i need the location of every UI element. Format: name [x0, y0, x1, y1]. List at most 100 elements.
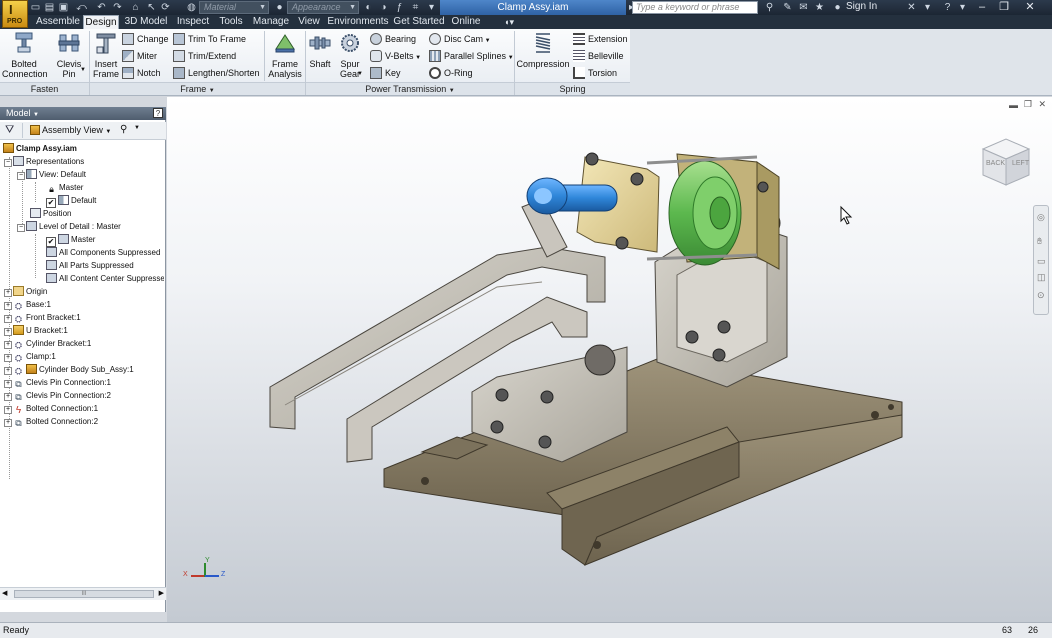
parallel-splines-button[interactable]: Parallel Splines ▼	[429, 49, 514, 64]
tree-item-origin[interactable]: + Origin	[4, 285, 47, 298]
fx-icon[interactable]: ƒ	[394, 2, 405, 13]
tree-item-all-content-center-suppressed[interactable]: All Content Center Suppressed	[46, 272, 164, 285]
torsion-spring-button[interactable]: Torsion	[573, 66, 617, 81]
communication-icon[interactable]: ✉	[798, 2, 809, 13]
shaft-button[interactable]: Shaft	[307, 31, 333, 69]
minimize-icon[interactable]: ‒	[972, 0, 992, 14]
key-button[interactable]: Key	[370, 66, 401, 81]
tree-item-all-components-suppressed[interactable]: All Components Suppressed	[46, 246, 160, 259]
chevron-down-icon[interactable]: ▾	[922, 2, 933, 13]
pan-icon[interactable]: ✋︎	[1037, 236, 1042, 247]
clear-appearance-icon[interactable]: ◐	[363, 2, 374, 13]
select-icon[interactable]: ↖	[146, 2, 157, 13]
tab-3d-model[interactable]: 3D Model	[121, 15, 171, 29]
insert-frame-button[interactable]: Insert Frame	[91, 31, 121, 79]
ribbon-options-icon[interactable]: ◖▾	[498, 15, 520, 29]
tree-item-view-default[interactable]: − View: Default	[17, 168, 86, 181]
scroll-left-icon[interactable]: ◀	[2, 589, 7, 597]
tree-item-view-master[interactable]: 🔒︎ Master	[46, 181, 83, 194]
lengthen-shorten-button[interactable]: Lengthen/Shorten	[173, 66, 260, 81]
tab-design[interactable]: Design	[83, 15, 119, 29]
tab-online[interactable]: Online	[448, 15, 484, 29]
redo-icon[interactable]: ↷	[112, 2, 123, 13]
user-icon[interactable]: ●	[832, 2, 843, 13]
expand-icon[interactable]: +	[4, 328, 12, 336]
assembly-view-dropdown[interactable]: Assembly View ▼	[30, 125, 111, 135]
panel-title-spring[interactable]: Spring	[515, 82, 630, 95]
zoom-icon[interactable]: ▭	[1037, 256, 1046, 267]
tab-environments[interactable]: Environments	[327, 15, 389, 29]
notch-button[interactable]: Notch	[122, 66, 161, 81]
tree-item-bolted-connection-2[interactable]: + ⧉ Bolted Connection:2	[4, 415, 98, 428]
viewcube-face-back[interactable]: BACK	[986, 160, 1005, 167]
viewcube-face-left[interactable]: LEFT	[1012, 160, 1029, 167]
look-at-icon[interactable]: ⊙	[1037, 290, 1045, 301]
browser-horizontal-scrollbar[interactable]: ◀ III ▶	[0, 587, 166, 600]
tree-item-position[interactable]: Position	[30, 207, 71, 220]
expand-icon[interactable]: +	[4, 406, 12, 414]
close-icon[interactable]: ✕	[1020, 0, 1040, 14]
tree-item-view-default-active[interactable]: ✔ Default	[46, 194, 96, 208]
filter-icon[interactable]: ⛛	[5, 124, 14, 137]
chevron-down-icon[interactable]: ▼	[134, 125, 140, 131]
tab-get-started[interactable]: Get Started	[393, 15, 445, 29]
tree-item-lod-master[interactable]: ✔ Master	[46, 233, 95, 247]
restore-icon[interactable]: ❐	[994, 0, 1014, 14]
help-icon[interactable]: ?	[942, 2, 953, 13]
tab-tools[interactable]: Tools	[215, 15, 247, 29]
trim-extend-button[interactable]: Trim/Extend	[173, 49, 236, 64]
tree-item-clevis-pin-connection-2[interactable]: + ⧉ Clevis Pin Connection:2	[4, 389, 111, 402]
new-icon[interactable]: ▭	[30, 2, 41, 13]
subscription-icon[interactable]: ✎	[782, 2, 793, 13]
open-icon[interactable]: ▤	[44, 2, 55, 13]
expand-icon[interactable]: +	[4, 380, 12, 388]
material-dropdown[interactable]: Material ▼	[199, 1, 269, 14]
measure-icon[interactable]: ⌗	[410, 2, 421, 13]
tab-inspect[interactable]: Inspect	[173, 15, 213, 29]
viewcube[interactable]: BACK LEFT	[979, 135, 1033, 189]
search-input[interactable]: Type a keyword or phrase	[632, 1, 758, 14]
bolted-connection-button[interactable]: Bolted Connection	[2, 31, 48, 79]
expand-icon[interactable]: +	[4, 315, 12, 323]
binoculars-icon[interactable]: ⚲	[120, 124, 127, 135]
trim-to-frame-button[interactable]: Trim To Frame	[173, 32, 246, 47]
expand-icon[interactable]: +	[4, 289, 12, 297]
adjust-icon[interactable]: ◑	[378, 2, 389, 13]
tree-item-representations[interactable]: − Representations	[4, 155, 84, 168]
expand-icon[interactable]: +	[4, 341, 12, 349]
miter-button[interactable]: Miter	[122, 49, 157, 64]
qat-more-icon[interactable]: ▾	[426, 2, 437, 13]
panel-title-power-transmission[interactable]: Power Transmission ▼	[306, 82, 514, 95]
assembly-model[interactable]	[167, 97, 1052, 622]
tree-item-front-bracket[interactable]: + ⛭ Front Bracket:1	[4, 311, 81, 324]
tab-manage[interactable]: Manage	[250, 15, 292, 29]
scroll-right-icon[interactable]: ▶	[159, 589, 164, 597]
compression-spring-button[interactable]: Compression	[516, 31, 570, 69]
collapse-icon[interactable]: −	[4, 159, 12, 167]
save-icon[interactable]: ▣	[58, 2, 69, 13]
appearance-dropdown[interactable]: Appearance ▼	[287, 1, 359, 14]
base-plate[interactable]	[383, 358, 903, 566]
expand-icon[interactable]: +	[4, 354, 12, 362]
undo-icon[interactable]: ↶	[96, 2, 107, 13]
tab-assemble[interactable]: Assemble	[33, 15, 83, 29]
tree-item-base[interactable]: + ⛭ Base:1	[4, 298, 51, 311]
tree-item-cylinder-body-sub-assy[interactable]: + ⛭ Cylinder Body Sub_Assy:1	[4, 363, 134, 376]
browser-header[interactable]: Model ▼ ?	[0, 107, 166, 120]
tab-view[interactable]: View	[294, 15, 324, 29]
v-belts-button[interactable]: V-Belts ▼	[370, 49, 421, 64]
binoculars-icon[interactable]: ⚲	[764, 2, 775, 13]
panel-title-fasten[interactable]: Fasten	[0, 82, 89, 95]
favorites-icon[interactable]: ★	[814, 2, 825, 13]
bearing-button[interactable]: Bearing	[370, 32, 416, 47]
extension-spring-button[interactable]: Extension	[573, 32, 628, 47]
expand-icon[interactable]: +	[4, 419, 12, 427]
tree-item-clevis-pin-connection-1[interactable]: + ⧉ Clevis Pin Connection:1	[4, 376, 111, 389]
chevron-down-icon[interactable]: ▾	[957, 2, 968, 13]
tree-item-bolted-connection-1[interactable]: + ϟ Bolted Connection:1	[4, 402, 98, 416]
frame-analysis-button[interactable]: Frame Analysis	[266, 31, 304, 79]
orbit-icon[interactable]: ◫	[1037, 272, 1046, 283]
return-icon[interactable]: ⤺	[76, 2, 87, 13]
disc-cam-button[interactable]: Disc Cam ▼	[429, 32, 491, 47]
collapse-icon[interactable]: −	[17, 224, 25, 232]
